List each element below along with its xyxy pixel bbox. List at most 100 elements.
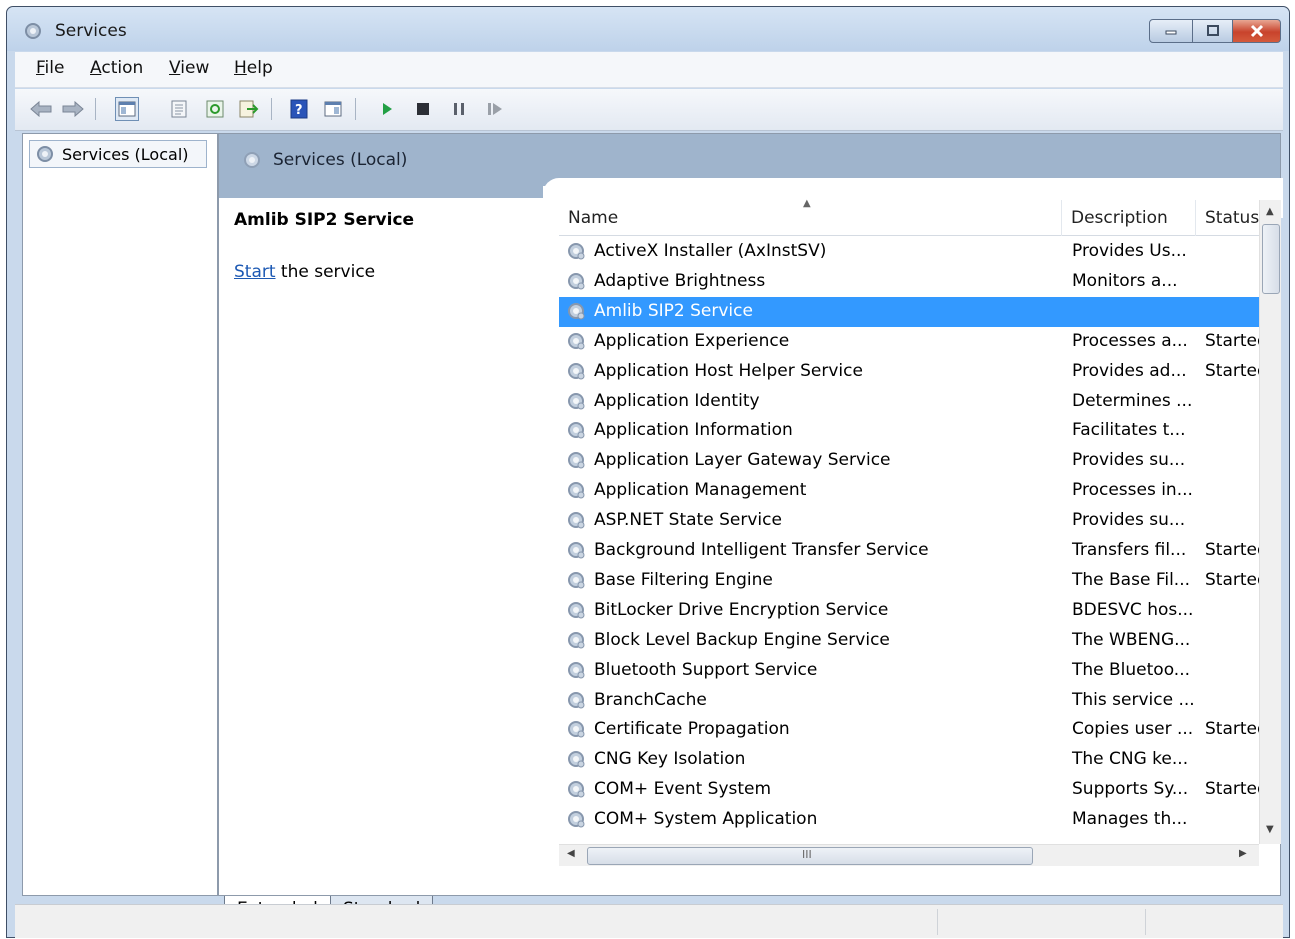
- service-name: Base Filtering Engine: [594, 569, 773, 590]
- toolbar: ?: [15, 89, 1283, 131]
- service-name: Application Identity: [594, 390, 760, 411]
- maximize-button[interactable]: [1193, 19, 1233, 43]
- service-description: Provides ad...: [1072, 360, 1187, 381]
- service-row[interactable]: COM+ System Application Manages th...: [559, 805, 1259, 835]
- service-row[interactable]: Application Identity Determines ...: [559, 387, 1259, 417]
- service-row[interactable]: Application Host Helper Service Provides …: [559, 357, 1259, 387]
- service-name: Bluetooth Support Service: [594, 659, 818, 680]
- service-row[interactable]: ActiveX Installer (AxInstSV) Provides Us.…: [559, 237, 1259, 267]
- service-row[interactable]: COM+ Event System Supports Sy... Started: [559, 775, 1259, 805]
- service-gear-icon: [565, 540, 587, 565]
- back-button[interactable]: [29, 97, 53, 121]
- close-icon: [1250, 24, 1263, 38]
- stop-service-button[interactable]: [411, 97, 435, 121]
- start-service-button[interactable]: [375, 97, 399, 121]
- action-pane-icon: [324, 101, 342, 117]
- properties-button[interactable]: [167, 97, 191, 121]
- service-row[interactable]: Application Management Processes in...: [559, 476, 1259, 506]
- tree-item-services-local[interactable]: Services (Local): [29, 140, 207, 168]
- service-status: Started: [1205, 719, 1259, 740]
- services-gear-icon: [244, 152, 260, 168]
- scroll-left-icon[interactable]: ◀: [567, 848, 575, 859]
- service-row[interactable]: Amlib SIP2 Service: [559, 296, 1259, 327]
- service-description: Copies user ...: [1072, 719, 1194, 740]
- service-name: COM+ Event System: [594, 779, 772, 800]
- pause-icon: [454, 103, 464, 115]
- horizontal-scroll-thumb[interactable]: III: [587, 847, 1033, 865]
- minimize-button[interactable]: [1149, 19, 1193, 43]
- refresh-button[interactable]: [203, 97, 227, 121]
- export-list-button[interactable]: [237, 97, 261, 121]
- window-title: Services: [55, 21, 127, 41]
- console-tree: Services (Local): [22, 133, 218, 896]
- column-description[interactable]: Description: [1062, 200, 1196, 236]
- services-rows: ActiveX Installer (AxInstSV) Provides Us.…: [559, 237, 1259, 863]
- service-row[interactable]: CNG Key Isolation The CNG ke...: [559, 745, 1259, 775]
- services-gear-icon: [23, 21, 43, 45]
- pane-header-title: Services (Local): [273, 150, 408, 170]
- service-row[interactable]: Base Filtering Engine The Base Fil... Star…: [559, 566, 1259, 596]
- show-hide-console-tree-button[interactable]: [115, 97, 139, 121]
- service-gear-icon: [565, 361, 587, 386]
- minimize-icon: [1165, 30, 1177, 35]
- forward-button[interactable]: [61, 97, 85, 121]
- service-row[interactable]: Certificate Propagation Copies user ... St…: [559, 715, 1259, 745]
- help-icon: ?: [290, 99, 308, 119]
- title-bar[interactable]: Services: [7, 7, 1289, 51]
- service-name: ASP.NET State Service: [594, 510, 782, 531]
- close-button[interactable]: [1233, 19, 1281, 43]
- service-status: Started: [1205, 360, 1259, 381]
- service-status: Started: [1205, 569, 1259, 590]
- service-row[interactable]: BitLocker Drive Encryption Service BDESVC…: [559, 596, 1259, 626]
- service-row[interactable]: Adaptive Brightness Monitors a...: [559, 267, 1259, 297]
- pause-service-button[interactable]: [447, 97, 471, 121]
- service-gear-icon: [565, 301, 587, 326]
- start-service-link[interactable]: Start: [234, 262, 276, 282]
- service-description: This service ...: [1072, 689, 1195, 710]
- column-status[interactable]: Status: [1196, 200, 1259, 236]
- menu-view[interactable]: View: [169, 58, 209, 78]
- menu-help[interactable]: Help: [234, 58, 273, 78]
- horizontal-scrollbar[interactable]: ◀ III ▶: [559, 844, 1259, 866]
- service-description: BDESVC hos...: [1072, 599, 1194, 620]
- menu-file[interactable]: File: [36, 58, 64, 78]
- service-action-text: the service: [275, 262, 376, 282]
- column-name[interactable]: Name: [559, 200, 1062, 236]
- menu-action[interactable]: Action: [90, 58, 143, 78]
- console-tree-icon: [118, 101, 136, 117]
- service-gear-icon: [565, 630, 587, 655]
- service-description: Facilitates t...: [1072, 420, 1186, 441]
- vertical-scrollbar[interactable]: ▲ ▼: [1259, 200, 1281, 844]
- show-hide-action-pane-button[interactable]: [321, 97, 345, 121]
- scroll-right-icon[interactable]: ▶: [1239, 848, 1247, 859]
- service-name: BranchCache: [594, 689, 707, 710]
- service-description: Manages th...: [1072, 809, 1188, 830]
- service-name: BitLocker Drive Encryption Service: [594, 599, 889, 620]
- service-gear-icon: [565, 420, 587, 445]
- service-description: The Base Fil...: [1072, 569, 1191, 590]
- restart-service-button[interactable]: [483, 97, 507, 121]
- services-window: Services File Action View Help ? Service…: [6, 6, 1290, 938]
- service-row[interactable]: BranchCache This service ...: [559, 686, 1259, 716]
- scroll-up-icon[interactable]: ▲: [1266, 206, 1274, 217]
- vertical-scroll-thumb[interactable]: [1262, 224, 1280, 294]
- service-description: Provides su...: [1072, 510, 1186, 531]
- service-row[interactable]: Application Experience Processes a... Star…: [559, 327, 1259, 357]
- service-status: Started: [1205, 779, 1259, 800]
- service-gear-icon: [565, 779, 587, 804]
- service-name: Adaptive Brightness: [594, 270, 766, 291]
- service-row[interactable]: Application Layer Gateway Service Provide…: [559, 446, 1259, 476]
- help-button[interactable]: ?: [287, 97, 311, 121]
- service-row[interactable]: Bluetooth Support Service The Bluetoo...: [559, 656, 1259, 686]
- tree-item-label: Services (Local): [62, 144, 189, 164]
- scroll-grip: III: [802, 848, 812, 861]
- service-row[interactable]: Background Intelligent Transfer Service T…: [559, 536, 1259, 566]
- service-row[interactable]: Application Information Facilitates t...: [559, 416, 1259, 446]
- service-description: Provides Us...: [1072, 241, 1187, 261]
- service-name: Background Intelligent Transfer Service: [594, 540, 929, 560]
- service-row[interactable]: ASP.NET State Service Provides su...: [559, 506, 1259, 536]
- service-row[interactable]: Block Level Backup Engine Service The WBE…: [559, 626, 1259, 656]
- service-gear-icon: [565, 600, 587, 625]
- menu-bar: File Action View Help: [15, 52, 1283, 88]
- scroll-down-icon[interactable]: ▼: [1266, 824, 1274, 835]
